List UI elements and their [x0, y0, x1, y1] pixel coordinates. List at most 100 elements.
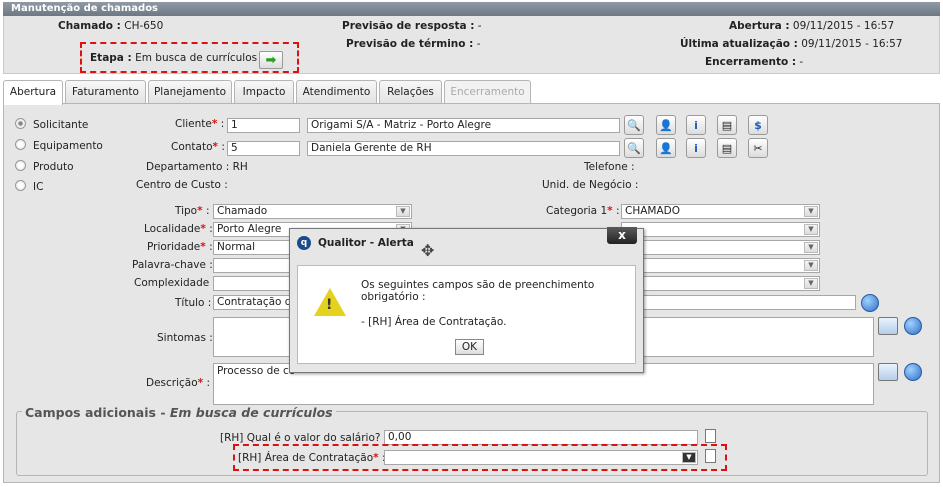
categoria4-select[interactable]: ▼: [621, 258, 820, 273]
categoria5-select[interactable]: ▼: [621, 276, 820, 291]
descricao-book-icon[interactable]: [878, 363, 898, 381]
tab-faturamento[interactable]: Faturamento: [65, 80, 146, 104]
tipo-select[interactable]: Chamado ▼: [213, 204, 412, 219]
move-cursor-icon: ✥: [421, 241, 435, 260]
dialog-body: ! Os seguintes campos são de preenchimen…: [297, 265, 636, 364]
categoria-label: Categoria 1* :: [546, 205, 620, 217]
cliente-search-button[interactable]: 🔍: [624, 115, 644, 135]
tipo-label: Tipo* :: [175, 205, 210, 217]
dialog-message-line2: obrigatório :: [361, 291, 426, 303]
person-icon: 👤: [659, 141, 673, 155]
window-title: Manutenção de chamados: [3, 2, 940, 16]
chevron-down-icon: ▼: [804, 278, 818, 289]
cliente-finance-button[interactable]: $: [748, 115, 768, 135]
radio-solicitante-label: Solicitante: [33, 119, 89, 131]
previsao-termino: Previsão de término : -: [346, 38, 481, 50]
radio-produto[interactable]: [15, 160, 26, 171]
contato-code-input[interactable]: 5: [227, 141, 300, 156]
sintomas-book-icon[interactable]: [878, 317, 898, 335]
magnifier-icon: 🔍: [627, 118, 641, 132]
etapa-highlight: Etapa : Em busca de currículos ➡: [80, 42, 299, 73]
departamento-field: Departamento : RH: [146, 161, 248, 173]
contato-label: Contato* :: [171, 141, 225, 153]
ok-button[interactable]: OK: [455, 339, 484, 355]
categoria2-select[interactable]: ▼: [621, 222, 820, 237]
ultima-atualizacao: Última atualização : 09/11/2015 - 16:57: [680, 38, 903, 50]
radio-equipamento-label: Equipamento: [33, 140, 103, 152]
descricao-label: Descrição* :: [146, 377, 211, 389]
area-contratacao-select[interactable]: ▼: [384, 450, 698, 465]
chamado-info: Chamado : CH-650: [58, 20, 164, 32]
chevron-down-icon: ▼: [396, 206, 410, 217]
chevron-down-icon: ▼: [804, 260, 818, 271]
tab-planejamento[interactable]: Planejamento: [148, 80, 232, 104]
contato-info-button[interactable]: i: [686, 138, 706, 158]
info-icon: i: [694, 141, 698, 155]
radio-solicitante[interactable]: [15, 118, 26, 129]
sintomas-label: Sintomas :: [157, 332, 213, 344]
prioridade-label: Prioridade* :: [147, 241, 213, 253]
salario-label: [RH] Qual é o valor do salário? :: [220, 432, 388, 444]
radio-equipamento[interactable]: [15, 139, 26, 150]
alert-dialog: q Qualitor - Alerta ✥ x ! Os seguintes c…: [289, 227, 644, 373]
person-icon: 👤: [659, 118, 673, 132]
complexidade-label: Complexidade :: [134, 277, 217, 289]
contato-search-button[interactable]: 🔍: [624, 138, 644, 158]
radio-produto-label: Produto: [33, 161, 74, 173]
advance-stage-button[interactable]: ➡: [259, 51, 283, 69]
contato-name-input[interactable]: Daniela Gerente de RH: [307, 141, 620, 156]
tab-encerramento: Encerramento: [444, 80, 531, 104]
titulo-label: Título :: [175, 297, 212, 309]
chevron-down-icon: ▼: [804, 206, 818, 217]
sintomas-globe-icon[interactable]: [904, 317, 922, 335]
area-doc-icon[interactable]: [705, 449, 716, 463]
notepad-icon: ▤: [721, 118, 733, 132]
dollar-icon: $: [754, 118, 762, 132]
chevron-down-icon: ▼: [682, 452, 696, 463]
encerramento-info: Encerramento : -: [705, 56, 804, 68]
notepad-icon: ▤: [721, 141, 733, 155]
titulo-globe-icon[interactable]: [861, 294, 879, 312]
tab-atendimento[interactable]: Atendimento: [296, 80, 377, 104]
arrow-right-icon: ➡: [265, 52, 277, 68]
cliente-user-button[interactable]: 👤: [656, 115, 676, 135]
telefone-field: Telefone :: [584, 161, 635, 173]
info-icon: i: [694, 118, 698, 132]
centro-custo-field: Centro de Custo :: [136, 179, 228, 191]
abertura-info: Abertura : 09/11/2015 - 16:57: [729, 20, 895, 32]
cliente-notes-button[interactable]: ▤: [717, 115, 737, 135]
cliente-code-input[interactable]: 1: [227, 118, 300, 133]
tab-impacto[interactable]: Impacto: [234, 80, 294, 104]
localidade-label: Localidade* :: [144, 223, 213, 235]
categoria3-select[interactable]: ▼: [621, 240, 820, 255]
cliente-info-button[interactable]: i: [686, 115, 706, 135]
descricao-globe-icon[interactable]: [904, 363, 922, 381]
tab-relacoes[interactable]: Relações: [379, 80, 442, 104]
area-contratacao-label: [RH] Área de Contratação* :: [238, 452, 386, 464]
dialog-message-line1: Os seguintes campos são de preenchimento: [361, 279, 595, 291]
magnifier-icon: 🔍: [627, 141, 641, 155]
salario-doc-icon[interactable]: [705, 429, 716, 443]
cliente-label: Cliente* :: [175, 118, 225, 130]
etapa-info: Etapa : Em busca de currículos: [90, 52, 258, 64]
chevron-down-icon: ▼: [804, 224, 818, 235]
palavra-chave-label: Palavra-chave :: [132, 259, 213, 271]
warning-icon-mark: !: [326, 297, 333, 313]
salario-input[interactable]: 0,00: [384, 430, 698, 445]
contato-notes-button[interactable]: ▤: [717, 138, 737, 158]
tab-abertura[interactable]: Abertura: [3, 80, 63, 105]
dialog-close-button[interactable]: x: [607, 227, 637, 244]
dialog-message-field: - [RH] Área de Contratação.: [361, 316, 507, 328]
unid-negocio-field: Unid. de Negócio :: [542, 179, 639, 191]
campos-adicionais-legend: Campos adicionais - Em busca de currícul…: [22, 405, 336, 420]
contato-tools-button[interactable]: ✂: [748, 138, 768, 158]
chevron-down-icon: ▼: [804, 242, 818, 253]
contato-user-button[interactable]: 👤: [656, 138, 676, 158]
radio-ic[interactable]: [15, 180, 26, 191]
dialog-title: Qualitor - Alerta: [318, 237, 414, 249]
cliente-name-input[interactable]: Origami S/A - Matriz - Porto Alegre: [307, 118, 620, 133]
radio-ic-label: IC: [33, 181, 44, 193]
tools-icon: ✂: [753, 141, 763, 155]
previsao-resposta: Previsão de resposta : -: [342, 20, 482, 32]
categoria-select[interactable]: CHAMADO ▼: [621, 204, 820, 219]
